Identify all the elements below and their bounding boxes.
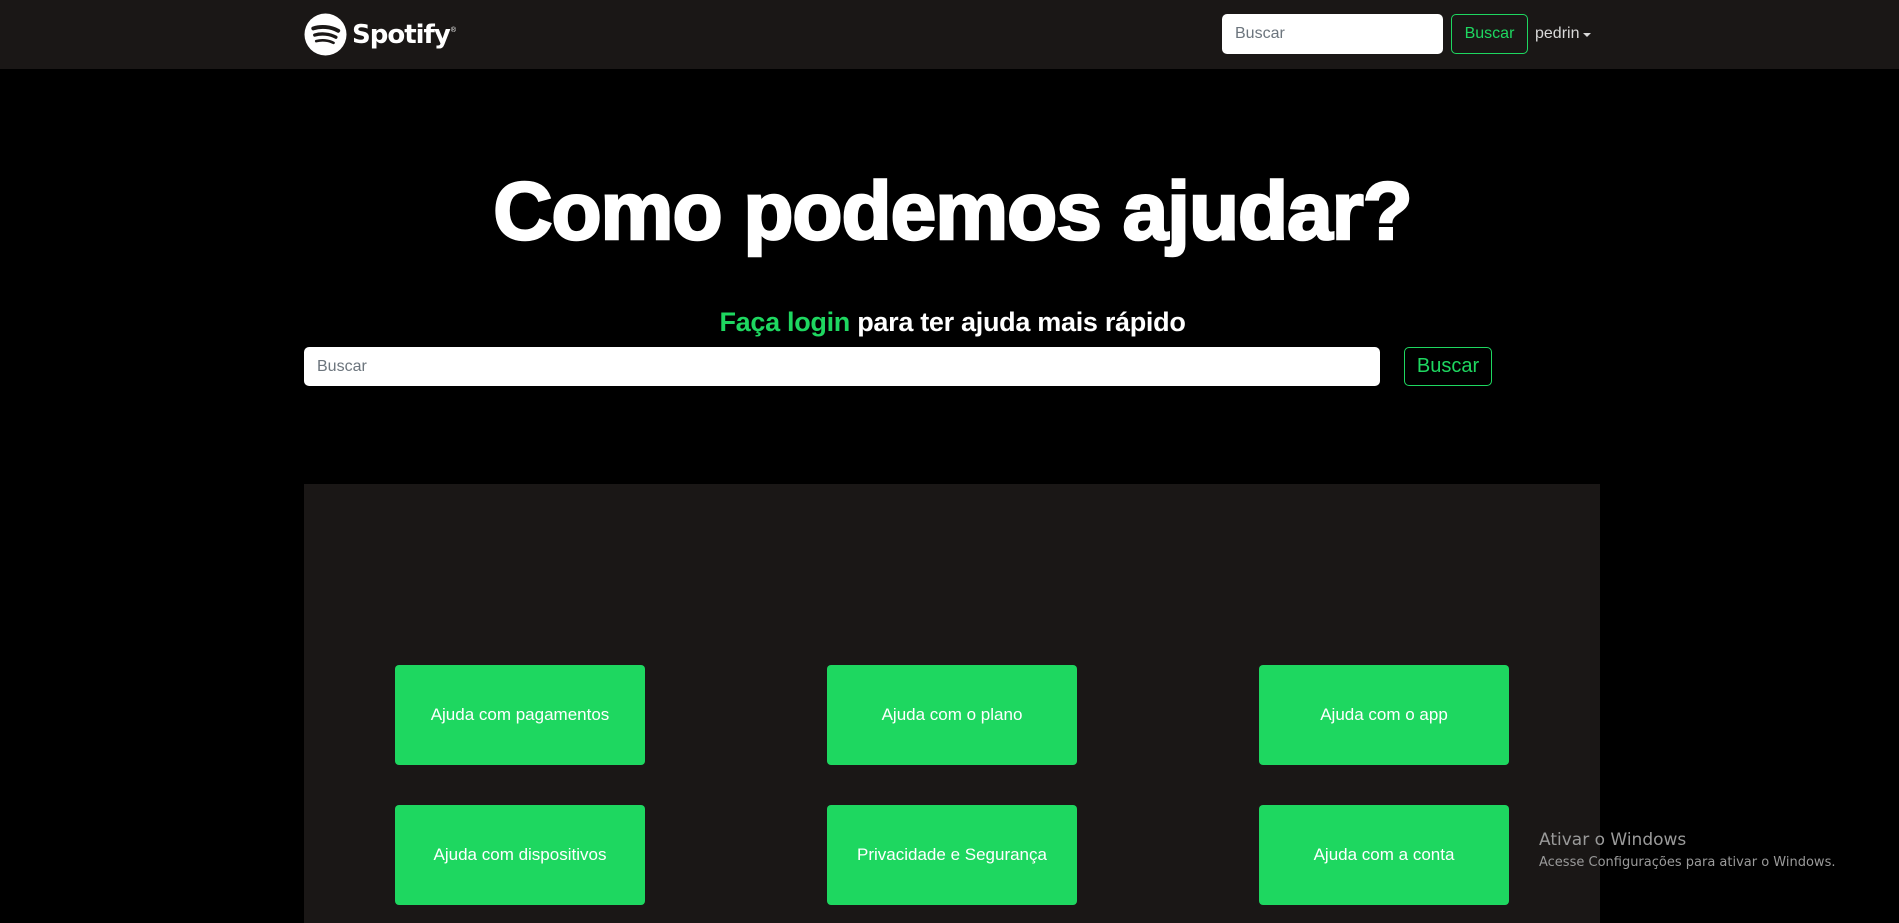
help-card-pagamentos[interactable]: Ajuda com pagamentos: [395, 665, 645, 765]
brand-registered-mark: ®: [450, 27, 456, 34]
user-menu-dropdown[interactable]: pedrin: [1535, 22, 1592, 46]
navbar: Spotify ® Buscar pedrin: [0, 0, 1899, 69]
login-prompt: Faça login para ter ajuda mais rápido: [304, 304, 1601, 340]
help-card-dispositivos[interactable]: Ajuda com dispositivos: [395, 805, 645, 905]
page-title: Como podemos ajudar?: [492, 165, 1414, 259]
navbar-search-input[interactable]: [1222, 14, 1443, 54]
brand-logo-link[interactable]: Spotify ®: [304, 13, 456, 56]
help-search-input[interactable]: [304, 347, 1380, 386]
help-card-app[interactable]: Ajuda com o app: [1259, 665, 1509, 765]
caret-down-icon: [1583, 32, 1592, 37]
help-card-plano[interactable]: Ajuda com o plano: [827, 665, 1077, 765]
windows-activation-watermark: Ativar o Windows Acesse Configurações pa…: [1539, 829, 1835, 873]
watermark-subtitle: Acesse Configurações para ativar o Windo…: [1539, 855, 1836, 870]
user-name: pedrin: [1535, 25, 1580, 42]
help-card-privacidade[interactable]: Privacidade e Segurança: [827, 805, 1077, 905]
spotify-logo-icon: [304, 13, 347, 56]
login-link[interactable]: Faça login: [719, 307, 850, 337]
login-prompt-text: para ter ajuda mais rápido: [850, 307, 1186, 337]
brand-name: Spotify: [352, 19, 451, 50]
help-search-button[interactable]: Buscar: [1404, 347, 1492, 386]
watermark-title: Ativar o Windows: [1539, 830, 1687, 850]
navbar-search-button[interactable]: Buscar: [1451, 14, 1528, 54]
help-topics-panel: Ajuda com pagamentos Ajuda com o plano A…: [304, 484, 1600, 923]
help-card-conta[interactable]: Ajuda com a conta: [1259, 805, 1509, 905]
